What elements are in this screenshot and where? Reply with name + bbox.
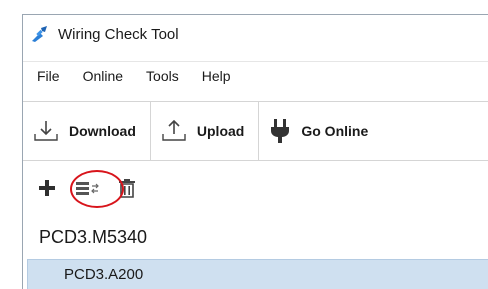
window-title: Wiring Check Tool <box>58 25 179 43</box>
highlight-circle <box>70 170 124 208</box>
go-online-button[interactable]: Go Online <box>259 102 382 160</box>
go-online-label: Go Online <box>301 123 369 139</box>
menu-bar: File Online Tools Help <box>23 61 488 90</box>
download-label: Download <box>69 123 136 139</box>
download-icon <box>34 121 58 141</box>
menu-file[interactable]: File <box>37 68 60 84</box>
upload-button[interactable]: Upload <box>151 102 260 160</box>
upload-label: Upload <box>196 123 245 139</box>
main-toolbar: Download Upload Go Online <box>23 101 488 161</box>
menu-online[interactable]: Online <box>83 68 123 84</box>
upload-icon <box>162 119 186 141</box>
download-button[interactable]: Download <box>23 102 151 160</box>
plug-icon <box>271 119 290 143</box>
background-strip <box>0 0 488 12</box>
tree-root-item[interactable]: PCD3.M5340 <box>39 227 147 248</box>
menu-tools[interactable]: Tools <box>146 68 179 84</box>
menu-help[interactable]: Help <box>202 68 231 84</box>
add-icon[interactable] <box>33 176 61 200</box>
app-window: Wiring Check Tool File Online Tools Help… <box>22 14 488 289</box>
tree-child-item-selected[interactable]: PCD3.A200 <box>27 259 488 289</box>
tree-child-label: PCD3.A200 <box>64 266 144 283</box>
wiring-tool-icon <box>30 24 50 44</box>
title-bar: Wiring Check Tool <box>23 15 488 53</box>
